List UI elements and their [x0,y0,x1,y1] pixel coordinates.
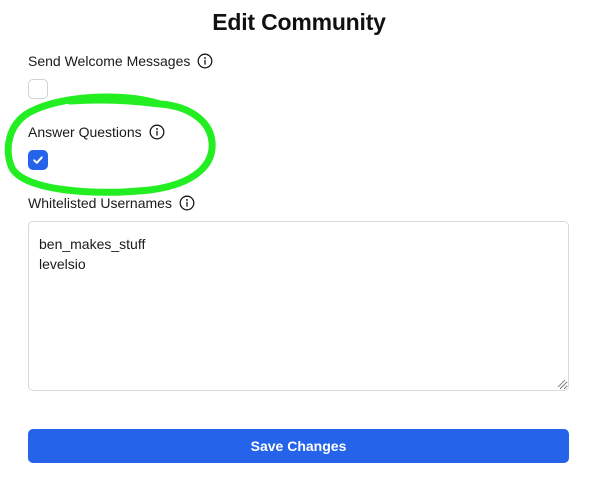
info-icon[interactable] [179,195,195,211]
answer-questions-label: Answer Questions [28,124,165,140]
send-welcome-label: Send Welcome Messages [28,53,213,69]
send-welcome-checkbox[interactable] [28,79,48,99]
info-icon[interactable] [149,124,165,140]
save-button[interactable]: Save Changes [28,429,569,463]
whitelisted-usernames-label: Whitelisted Usernames [28,195,195,211]
send-welcome-label-text: Send Welcome Messages [28,53,191,69]
whitelisted-usernames-textarea[interactable]: ben_makes_stuff levelsio [28,221,569,391]
answer-questions-label-text: Answer Questions [28,124,142,140]
check-icon [33,156,43,164]
page-title: Edit Community [212,9,386,35]
whitelisted-usernames-label-text: Whitelisted Usernames [28,195,172,211]
info-icon[interactable] [197,53,213,69]
answer-questions-checkbox[interactable] [28,150,48,170]
